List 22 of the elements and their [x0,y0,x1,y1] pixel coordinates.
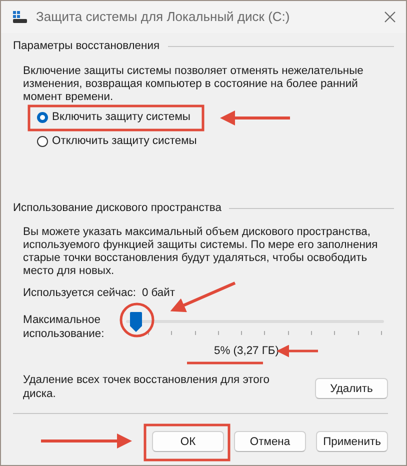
usage-reading: 5% (3,27 ГБ) [214,345,279,357]
description-text: Включение защиты системы позволяет отменять нежелательные изменения, возвращая компьютер в состояние на более ранний момент времени. [23,65,364,104]
radio-option[interactable]: Отключить защиту системы [37,134,388,148]
description-text: Вы можете указать максимальный объем дискового пространства, используемого функцией защиты системы. По мере его заполнения старые точки восстановления будут удаляться, чтобы освободить место для новых. [23,226,379,278]
drive-icon [13,11,27,23]
slider-thumb[interactable] [130,312,142,332]
annotation-arrow [220,110,290,126]
max-usage-label: Максимальное использование: [23,313,106,341]
delete-description: Удаление всех точек восстановления для этого диска. [23,373,270,401]
delete-button[interactable]: Удалить [315,378,388,399]
radio-option[interactable]: Включить защиту системы [37,110,388,124]
group-heading: Параметры восстановления [13,39,160,53]
annotation-arrow [276,344,318,358]
usage-value: 0 байт [142,286,176,300]
highlight-circle [120,302,154,338]
close-icon[interactable] [384,11,396,23]
window-title: Защита системы для Локальный диск (C:) [36,10,291,24]
ok-button[interactable]: ОК [152,431,224,452]
apply-button[interactable]: Применить [316,431,388,452]
group-heading: Использование дискового пространства [13,201,222,215]
cancel-button[interactable]: Отмена [234,431,306,452]
usage-label: Используется сейчас: [23,286,136,300]
